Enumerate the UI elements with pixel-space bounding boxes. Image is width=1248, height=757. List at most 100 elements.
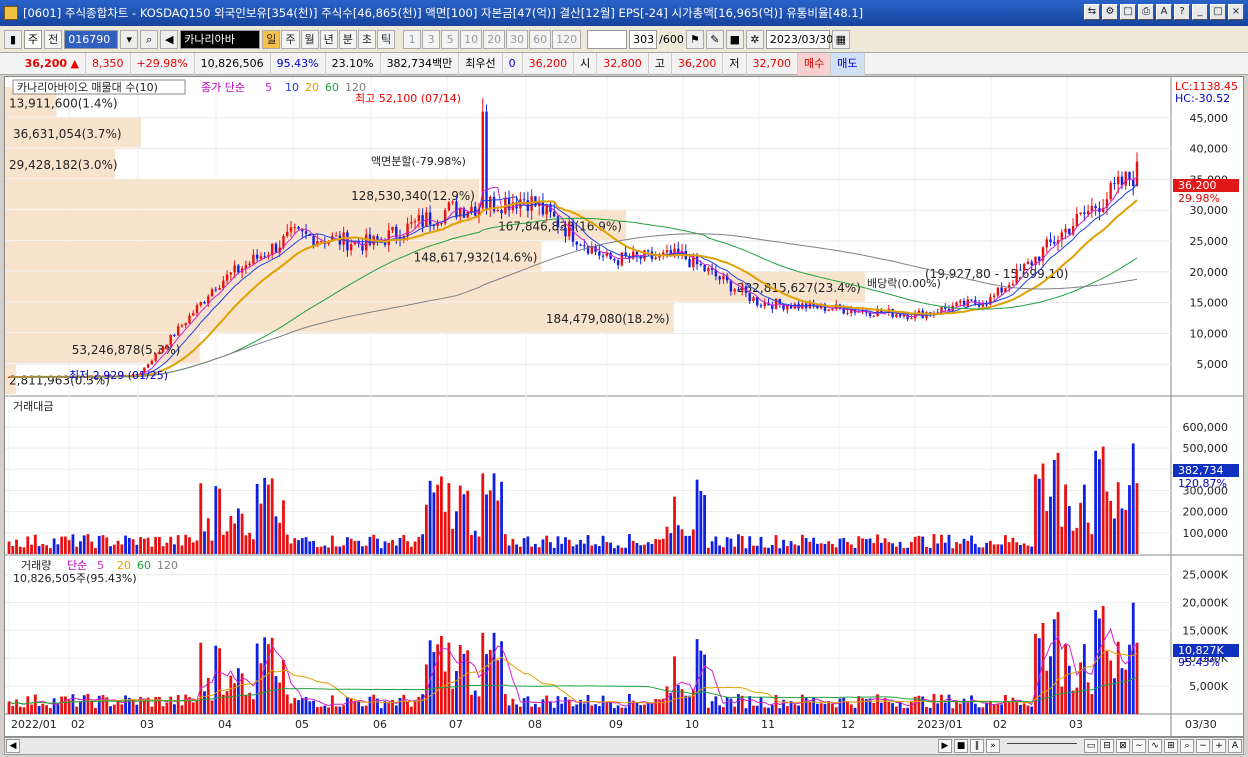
- volume-bar: [37, 706, 41, 714]
- period-tab-1[interactable]: 주: [281, 29, 300, 49]
- volume-bar: [466, 650, 470, 714]
- tool1-icon[interactable]: ⊟: [1100, 739, 1114, 753]
- help-icon[interactable]: ?: [1174, 4, 1190, 20]
- magnify-icon[interactable]: ⌕: [1180, 739, 1194, 753]
- tool3-icon[interactable]: ∼: [1132, 739, 1146, 753]
- amount-bar: [304, 537, 308, 554]
- volume-bar: [342, 705, 346, 714]
- tool-icon[interactable]: ⚑: [685, 29, 704, 49]
- amount-bar: [319, 546, 323, 554]
- tool2-icon[interactable]: ⊠: [1116, 739, 1130, 753]
- pause-icon[interactable]: ‖: [970, 739, 984, 753]
- calendar-icon[interactable]: ▦: [831, 29, 850, 49]
- candle-body: [654, 257, 657, 260]
- stock-name: 카나리아바: [180, 29, 261, 49]
- chart-icon[interactable]: ▮: [4, 29, 22, 49]
- speaker-icon[interactable]: ◀: [160, 29, 179, 49]
- save-icon[interactable]: ■: [725, 29, 744, 49]
- period-tab-0[interactable]: 일: [262, 29, 281, 49]
- search-icon[interactable]: ⌕: [140, 29, 159, 49]
- date-input[interactable]: 2023/03/30: [765, 29, 833, 49]
- amount-bar: [1060, 526, 1064, 554]
- amount: 382,734백만: [381, 52, 460, 75]
- volume-bar: [906, 707, 910, 714]
- volume-bar: [214, 645, 218, 714]
- count-input[interactable]: 303: [629, 29, 658, 49]
- volume-bar: [609, 702, 612, 714]
- amount-bar: [236, 508, 240, 554]
- draw-icon[interactable]: ✎: [705, 29, 724, 49]
- prefix-button[interactable]: 전: [44, 29, 63, 49]
- interval-30[interactable]: 30: [506, 29, 529, 49]
- volume-bar: [71, 694, 75, 714]
- dropdown-icon[interactable]: ▾: [120, 29, 139, 49]
- volume-bar: [827, 701, 831, 714]
- interval-3[interactable]: 3: [422, 29, 441, 49]
- forward-icon[interactable]: »: [986, 739, 1000, 753]
- period-tab-5[interactable]: 초: [357, 29, 376, 49]
- amount-bar: [827, 541, 831, 554]
- buy-button[interactable]: 매수: [798, 52, 832, 75]
- candle-body: [349, 244, 353, 251]
- gear-icon[interactable]: ✲: [745, 29, 764, 49]
- print-icon[interactable]: ⎙: [1138, 4, 1154, 20]
- amount-bar: [402, 534, 406, 554]
- volume-bar: [808, 701, 812, 714]
- amount-bar: [988, 540, 992, 554]
- amount-bar: [710, 541, 714, 554]
- amount-bar: [582, 543, 586, 554]
- interval-10[interactable]: 10: [460, 29, 483, 49]
- link-icon[interactable]: ⇆: [1084, 4, 1100, 20]
- volume-bar: [334, 706, 338, 714]
- amount-bar: [188, 537, 191, 554]
- candle-body: [195, 305, 199, 314]
- market-select[interactable]: 주: [24, 29, 43, 49]
- maximize-button[interactable]: □: [1210, 4, 1226, 20]
- interval-120[interactable]: 120: [552, 29, 582, 49]
- font-icon[interactable]: A: [1156, 4, 1172, 20]
- interval-60[interactable]: 60: [529, 29, 552, 49]
- period-tab-4[interactable]: 분: [338, 29, 357, 49]
- amount-bar: [932, 534, 936, 554]
- volume-bar: [451, 688, 455, 714]
- interval-5[interactable]: 5: [441, 29, 460, 49]
- interval-20[interactable]: 20: [483, 29, 506, 49]
- volume-bar: [315, 707, 319, 714]
- period-tab-6[interactable]: 틱: [377, 29, 396, 49]
- close-button[interactable]: ×: [1228, 4, 1244, 20]
- play-icon[interactable]: ▶: [938, 739, 952, 753]
- minimize-button[interactable]: _: [1192, 4, 1208, 20]
- zoom-in-icon[interactable]: +: [1212, 739, 1226, 753]
- volume-bar: [676, 685, 680, 714]
- zoom-slider[interactable]: [1007, 743, 1077, 749]
- zoom-out-icon[interactable]: −: [1196, 739, 1210, 753]
- volume-bar: [379, 708, 383, 714]
- period-tab-3[interactable]: 년: [319, 29, 338, 49]
- sell-button[interactable]: 매도: [831, 52, 865, 75]
- code-input[interactable]: 016790: [64, 29, 119, 49]
- volume-bar: [518, 706, 522, 714]
- volume-bar: [455, 670, 458, 714]
- volume-bar: [526, 696, 530, 714]
- volume-bar: [473, 690, 477, 714]
- stop-icon[interactable]: ■: [954, 739, 968, 753]
- price-tick: 5,000: [1197, 358, 1229, 371]
- tool4-icon[interactable]: ∿: [1148, 739, 1162, 753]
- amount-bar: [158, 537, 161, 554]
- volume-tick: 5,000K: [1189, 680, 1228, 693]
- settings-icon[interactable]: ⚙: [1102, 4, 1118, 20]
- candle-body: [729, 280, 733, 292]
- candle-body: [161, 347, 165, 352]
- interval-1[interactable]: 1: [403, 29, 422, 49]
- tool5-icon[interactable]: ⊞: [1164, 739, 1178, 753]
- interval-input[interactable]: [587, 29, 628, 49]
- text-a-icon[interactable]: A: [1228, 739, 1242, 753]
- scroll-left-icon[interactable]: ◀: [6, 739, 20, 753]
- chart-svg[interactable]: 2,811,963(0.3%)53,246,878(5.3%)184,479,0…: [5, 77, 1243, 736]
- volume-bar: [511, 698, 515, 714]
- chart-area[interactable]: 2,811,963(0.3%) 53,246,878(5.3%) 184,479,0…: [4, 76, 1244, 737]
- zoom-icon[interactable]: ▭: [1084, 739, 1098, 753]
- window-icon[interactable]: □: [1120, 4, 1136, 20]
- chart-scrollbar[interactable]: ◀ ▶ ■ ‖ » ▭ ⊟ ⊠ ∼ ∿ ⊞ ⌕ − + A: [4, 737, 1244, 755]
- period-tab-2[interactable]: 월: [300, 29, 319, 49]
